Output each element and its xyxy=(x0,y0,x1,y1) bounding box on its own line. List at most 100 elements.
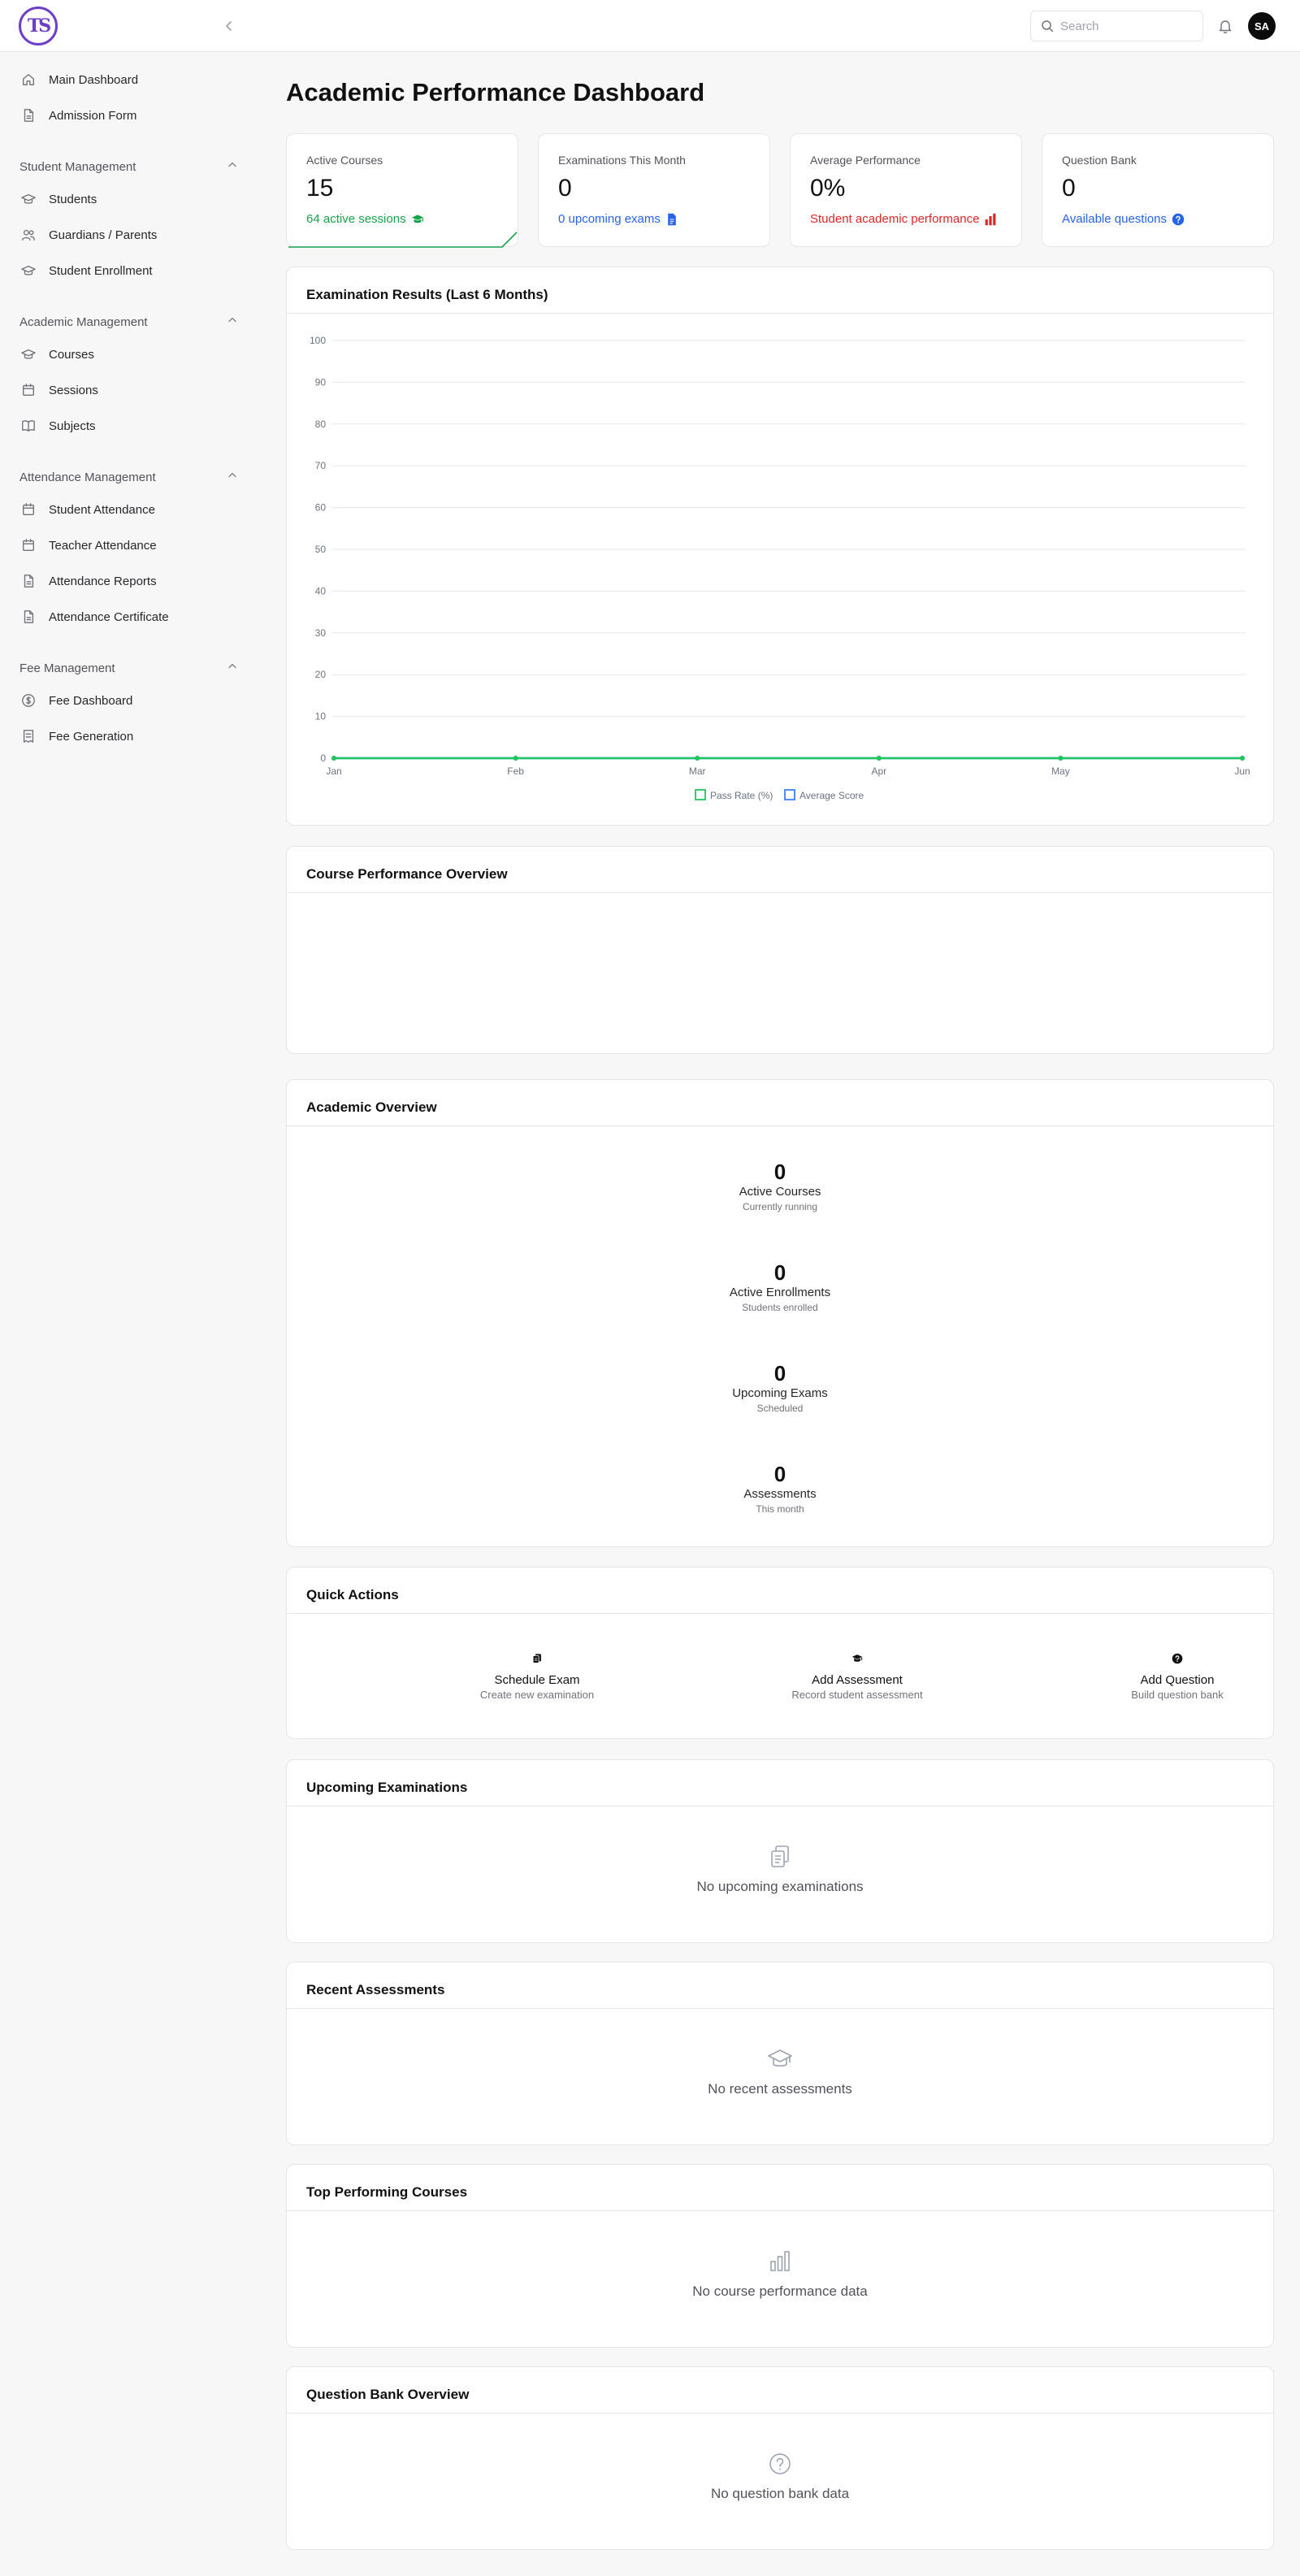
academic-overview-card: Academic Overview 0 Active Courses Curre… xyxy=(286,1079,1274,1547)
legend-label: Average Score xyxy=(800,790,864,801)
overview-stat-assessments: 0 Assessments This month xyxy=(287,1462,1273,1516)
sidebar-item-fee-generation[interactable]: Fee Generation xyxy=(20,722,239,751)
graduation-cap-icon xyxy=(768,2049,792,2067)
y-tick-label: 100 xyxy=(310,335,326,346)
overview-value: 0 xyxy=(774,1160,786,1184)
graduation-cap-icon xyxy=(735,1650,979,1667)
sidebar-item-attendance-certificate[interactable]: Attendance Certificate xyxy=(20,602,239,631)
y-tick-label: 40 xyxy=(315,585,327,596)
data-point xyxy=(876,756,882,761)
sidebar-item-student-enrollment[interactable]: Student Enrollment xyxy=(20,256,239,285)
stat-subtext: Available questions xyxy=(1062,212,1185,226)
notifications-button[interactable] xyxy=(1216,16,1235,36)
sidebar-scroll-fade xyxy=(0,800,257,817)
stat-label: Average Performance xyxy=(810,154,921,167)
sidebar-section-title: Student Management xyxy=(20,159,136,174)
document-icon xyxy=(20,608,37,626)
sidebar-item-label: Subjects xyxy=(49,418,96,433)
search-input[interactable] xyxy=(1060,19,1182,33)
x-tick-label: Jun xyxy=(1234,765,1250,777)
sidebar-item-attendance-reports[interactable]: Attendance Reports xyxy=(20,566,239,596)
sidebar-item-label: Attendance Reports xyxy=(49,574,157,588)
overview-stat-upcoming-exams: 0 Upcoming Exams Scheduled xyxy=(287,1361,1273,1415)
stat-card-average-performance: Average Performance 0% Student academic … xyxy=(790,133,1022,247)
section-divider xyxy=(287,1125,1273,1126)
sidebar-item-guardians-parents[interactable]: Guardians / Parents xyxy=(20,220,239,249)
stat-subtext-label: Available questions xyxy=(1062,212,1167,226)
quick-action-add-question[interactable]: Add Question Build question bank xyxy=(1055,1650,1299,1701)
chevron-up-icon xyxy=(226,314,239,331)
document-icon xyxy=(20,106,37,124)
sidebar-item-fee-dashboard[interactable]: Fee Dashboard xyxy=(20,686,239,715)
overview-value: 0 xyxy=(774,1361,786,1386)
collapse-sidebar-button[interactable] xyxy=(219,16,239,36)
data-point xyxy=(1240,756,1245,761)
y-tick-label: 20 xyxy=(315,669,327,680)
stat-card-question-bank: Question Bank 0 Available questions xyxy=(1042,133,1274,247)
sidebar-item-subjects[interactable]: Subjects xyxy=(20,411,239,440)
document-icon xyxy=(20,572,37,590)
legend-swatch xyxy=(695,789,706,800)
quick-action-add-assessment[interactable]: Add Assessment Record student assessment xyxy=(735,1650,979,1701)
quick-action-schedule-exam[interactable]: Schedule Exam Create new examination xyxy=(415,1650,659,1701)
receipt-icon xyxy=(20,727,37,745)
chevron-left-icon xyxy=(226,21,232,31)
quick-actions-title: Quick Actions xyxy=(306,1587,399,1602)
upcoming-exams-title: Upcoming Examinations xyxy=(306,1780,468,1795)
y-tick-label: 10 xyxy=(315,711,327,722)
question-bank-empty: No question bank data xyxy=(287,2452,1273,2502)
top-courses-card: Top Performing Courses No course perform… xyxy=(286,2164,1274,2348)
data-point xyxy=(1058,756,1064,761)
stat-value: 0% xyxy=(810,175,846,202)
sidebar-item-admission-form[interactable]: Admission Form xyxy=(20,101,239,130)
users-icon xyxy=(20,226,37,244)
stat-value: 0 xyxy=(558,175,572,202)
sidebar-item-label: Courses xyxy=(49,347,94,362)
document-icon xyxy=(665,213,678,226)
user-avatar[interactable]: SA xyxy=(1248,12,1276,40)
overview-sublabel: Students enrolled xyxy=(742,1302,818,1313)
stat-value: 0 xyxy=(1062,175,1076,202)
y-tick-label: 30 xyxy=(315,627,327,639)
sidebar-item-student-attendance[interactable]: Student Attendance xyxy=(20,495,239,524)
stat-subtext: Student academic performance xyxy=(810,212,997,226)
stat-subtext-label: Student academic performance xyxy=(810,212,980,226)
sidebar-item-teacher-attendance[interactable]: Teacher Attendance xyxy=(20,531,239,560)
top-bar: TS SA xyxy=(0,0,1300,52)
data-point xyxy=(513,756,518,761)
overview-label: Active Enrollments xyxy=(729,1286,831,1299)
search-box[interactable] xyxy=(1030,11,1203,41)
sidebar-item-label: Fee Generation xyxy=(49,729,134,744)
quick-actions-card: Quick Actions Schedule Exam Create new e… xyxy=(286,1567,1274,1739)
recent-assessments-card: Recent Assessments No recent assessments xyxy=(286,1962,1274,2145)
page-title: Academic Performance Dashboard xyxy=(286,78,705,106)
sidebar-item-main-dashboard[interactable]: Main Dashboard xyxy=(20,65,239,94)
section-divider xyxy=(287,2210,1273,2211)
sidebar-section-attendance-management[interactable]: Attendance Management xyxy=(20,467,239,487)
sidebar-item-label: Sessions xyxy=(49,383,98,397)
x-tick-label: Mar xyxy=(689,765,706,777)
calendar-icon xyxy=(20,536,37,554)
sidebar-section-academic-management[interactable]: Academic Management xyxy=(20,312,239,332)
calendar-icon xyxy=(20,381,37,399)
y-tick-label: 80 xyxy=(315,418,327,430)
sidebar-section-student-management[interactable]: Student Management xyxy=(20,157,239,176)
graduation-cap-icon xyxy=(20,190,37,208)
top-courses-empty: No course performance data xyxy=(287,2249,1273,2300)
sidebar-item-courses[interactable]: Courses xyxy=(20,340,239,369)
x-tick-label: Feb xyxy=(507,765,524,777)
section-divider xyxy=(287,2008,1273,2009)
sidebar-section-fee-management[interactable]: Fee Management xyxy=(20,658,239,678)
sidebar: Main Dashboard Admission Form Student Mana… xyxy=(0,52,257,816)
bell-icon xyxy=(1219,20,1232,34)
sidebar-item-label: Students xyxy=(49,192,98,206)
app-logo[interactable]: TS xyxy=(19,7,58,46)
exam-results-chart: 0 10 20 30 40 50 60 70 80 90 100 Jan Feb Mar Apr May Jun… xyxy=(310,335,1250,801)
overview-stat-active-enrollments: 0 Active Enrollments Students enrolled xyxy=(287,1260,1273,1314)
sidebar-item-label: Student Enrollment xyxy=(49,263,153,278)
sidebar-item-students[interactable]: Students xyxy=(20,184,239,214)
stat-card-active-courses: Active Courses 15 64 active sessions xyxy=(286,133,518,248)
overview-stat-active-courses: 0 Active Courses Currently running xyxy=(287,1160,1273,1213)
sidebar-item-sessions[interactable]: Sessions xyxy=(20,375,239,405)
y-tick-label: 50 xyxy=(315,544,327,555)
